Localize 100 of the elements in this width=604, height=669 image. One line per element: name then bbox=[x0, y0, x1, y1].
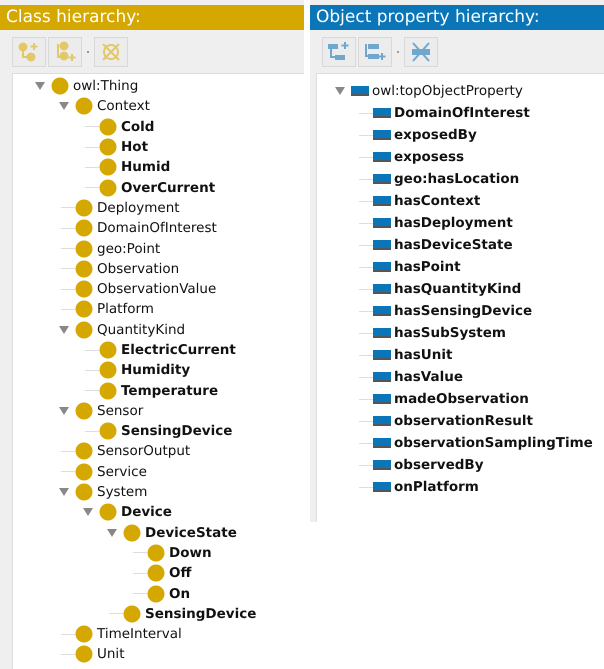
tree-item[interactable]: Off bbox=[169, 565, 192, 582]
class-circle-icon bbox=[75, 402, 93, 420]
add-sibling-property-button[interactable] bbox=[358, 37, 392, 67]
tree-item[interactable]: System bbox=[97, 484, 148, 500]
delete-button[interactable] bbox=[404, 37, 438, 67]
expand-triangle-icon[interactable] bbox=[107, 528, 117, 537]
class-circle-icon bbox=[147, 584, 165, 603]
tree-item[interactable]: Hot bbox=[121, 139, 148, 156]
tree-item[interactable]: hasDeviceState bbox=[394, 237, 513, 253]
tree-item[interactable]: ObservationValue bbox=[97, 281, 216, 298]
tree-plus-icon bbox=[327, 41, 351, 63]
tree-item[interactable]: Service bbox=[97, 464, 147, 480]
class-circle-icon bbox=[75, 280, 93, 298]
panel-title: Class hierarchy: bbox=[0, 5, 304, 30]
expand-triangle-icon[interactable] bbox=[335, 87, 345, 95]
tree-item[interactable]: Humidity bbox=[121, 362, 190, 378]
add-subproperty-button[interactable] bbox=[322, 37, 356, 67]
expand-triangle-icon[interactable] bbox=[59, 102, 69, 110]
tree-item[interactable]: DomainOfInterest bbox=[394, 105, 530, 121]
class-circle-icon bbox=[147, 564, 165, 582]
tree-item[interactable]: hasValue bbox=[394, 369, 463, 385]
tree-item[interactable]: observationResult bbox=[394, 413, 533, 429]
tree-item[interactable]: hasDeployment bbox=[394, 215, 513, 231]
tree-item[interactable]: hasUnit bbox=[394, 347, 452, 363]
class-circle-icon bbox=[99, 382, 117, 400]
property-bar-icon bbox=[373, 284, 391, 294]
expand-triangle-icon[interactable] bbox=[83, 508, 93, 516]
tree-item[interactable]: Down bbox=[169, 544, 212, 561]
tree-item[interactable]: Platform bbox=[97, 301, 154, 318]
property-bar-icon bbox=[373, 416, 391, 426]
class-circle-icon bbox=[75, 97, 93, 116]
property-bar-icon bbox=[373, 350, 391, 360]
class-circle-icon bbox=[75, 320, 93, 339]
class-circle-icon bbox=[75, 300, 93, 318]
class-circle-icon bbox=[51, 77, 69, 96]
tree-item[interactable]: On bbox=[169, 586, 190, 602]
property-bar-icon bbox=[373, 108, 391, 118]
tree-item[interactable]: OverCurrent bbox=[121, 180, 216, 196]
tree-item[interactable]: onPlatform bbox=[394, 479, 479, 495]
class-circle-icon bbox=[147, 544, 165, 562]
property-bar-icon bbox=[373, 196, 391, 206]
tree-item[interactable]: exposess bbox=[394, 149, 464, 165]
tree-item[interactable]: Observation bbox=[97, 260, 180, 277]
panel-title: Object property hierarchy: bbox=[310, 5, 604, 30]
tree-item[interactable]: Unit bbox=[97, 646, 124, 662]
tree-item[interactable]: Sensor bbox=[97, 402, 144, 419]
tree-item[interactable]: exposedBy bbox=[394, 127, 477, 143]
property-bar-icon bbox=[351, 86, 369, 96]
tree-item[interactable]: geo:Point bbox=[97, 240, 160, 257]
tree-item[interactable]: madeObservation bbox=[394, 391, 529, 407]
class-circle-icon bbox=[99, 178, 117, 197]
tree-item[interactable]: TimeInterval bbox=[97, 626, 182, 642]
tree-item[interactable]: DomainOfInterest bbox=[97, 220, 217, 236]
tree-item[interactable]: Device bbox=[121, 504, 172, 520]
tree-item[interactable]: SensorOutput bbox=[97, 443, 190, 460]
delete-icon bbox=[409, 41, 433, 63]
tree-item[interactable]: SensingDevice bbox=[121, 423, 232, 440]
class-circle-icon bbox=[75, 462, 93, 481]
tree-item[interactable]: geo:hasLocation bbox=[394, 171, 520, 187]
tree-item[interactable]: Context bbox=[97, 98, 150, 114]
tree-item[interactable]: QuantityKind bbox=[97, 322, 186, 338]
tree-item[interactable]: owl:Thing bbox=[73, 78, 138, 94]
class-circle-icon bbox=[99, 158, 117, 176]
property-bar-icon bbox=[373, 372, 391, 382]
tree-item[interactable]: hasPoint bbox=[394, 259, 461, 275]
tree-item[interactable]: Humid bbox=[121, 159, 170, 176]
tree-item[interactable]: hasContext bbox=[394, 193, 480, 209]
class-circle-icon bbox=[75, 442, 93, 460]
class-circle-icon bbox=[75, 645, 93, 664]
property-bar-icon bbox=[373, 460, 391, 470]
expand-triangle-icon[interactable] bbox=[35, 82, 45, 90]
class-circle-icon bbox=[99, 503, 117, 522]
tree-item[interactable]: hasQuantityKind bbox=[394, 281, 522, 297]
tree-item[interactable]: Cold bbox=[121, 118, 154, 135]
tree-item[interactable]: hasSensingDevice bbox=[394, 303, 532, 319]
property-bar-icon bbox=[373, 152, 391, 162]
tree-item[interactable]: DeviceState bbox=[145, 524, 237, 541]
tree-item[interactable]: owl:topObjectProperty bbox=[372, 83, 523, 99]
tree-item[interactable]: observedBy bbox=[394, 457, 484, 473]
class-circle-icon bbox=[75, 219, 93, 238]
property-bar-icon bbox=[373, 438, 391, 448]
expand-triangle-icon[interactable] bbox=[59, 326, 69, 334]
class-circle-icon bbox=[99, 118, 117, 136]
property-bar-icon bbox=[373, 306, 391, 316]
property-bar-icon bbox=[373, 240, 391, 250]
tree-item[interactable]: ElectricCurrent bbox=[121, 342, 236, 358]
tree-item[interactable]: observationSamplingTime bbox=[394, 435, 593, 451]
tree-item[interactable]: hasSubSystem bbox=[394, 325, 506, 341]
class-circle-icon bbox=[123, 524, 141, 542]
property-bar-icon bbox=[373, 218, 391, 228]
tree-item[interactable]: SensingDevice bbox=[145, 606, 256, 622]
property-bar-icon bbox=[373, 482, 391, 492]
class-circle-icon bbox=[75, 260, 93, 278]
class-circle-icon bbox=[123, 604, 141, 623]
tree-item[interactable]: Deployment bbox=[97, 200, 180, 216]
expand-triangle-icon[interactable] bbox=[59, 406, 69, 415]
tree-item[interactable]: Temperature bbox=[121, 382, 218, 399]
property-bar-icon bbox=[373, 262, 391, 272]
property-bar-icon bbox=[373, 394, 391, 404]
expand-triangle-icon[interactable] bbox=[59, 488, 69, 496]
